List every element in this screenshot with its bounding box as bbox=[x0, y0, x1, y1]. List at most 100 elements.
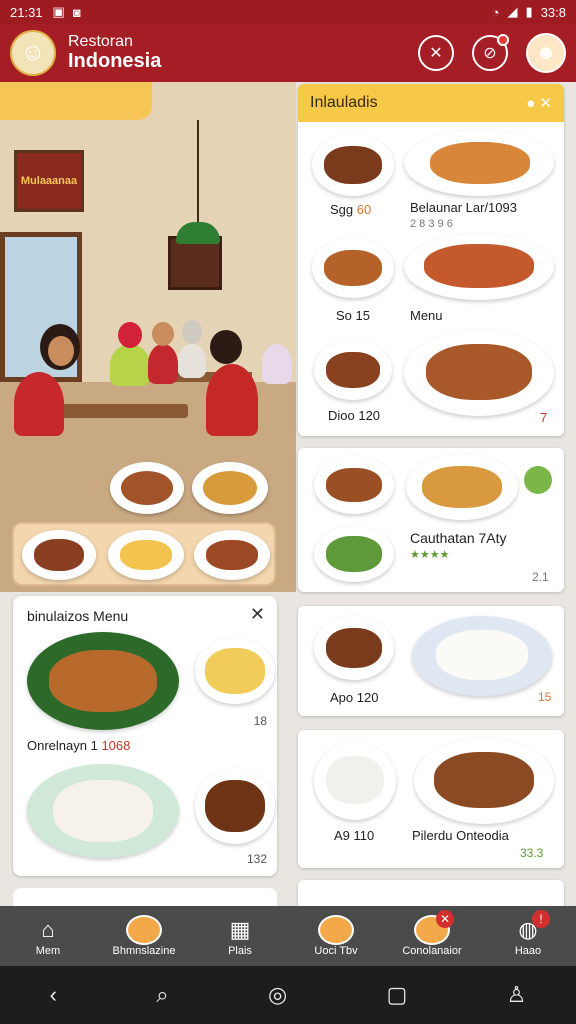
food-strip bbox=[12, 522, 276, 586]
dish-count-1: 18 bbox=[253, 714, 267, 728]
diner-man bbox=[206, 364, 258, 436]
recents-icon[interactable]: ▢ bbox=[386, 982, 407, 1008]
notification-icon: ◙ bbox=[72, 4, 81, 20]
home-circle-icon[interactable]: ◎ bbox=[268, 982, 287, 1008]
card3-title: Pilerdu Onteodia bbox=[412, 828, 509, 843]
dish-plate-noodles[interactable] bbox=[195, 638, 275, 704]
panel-bowl-2[interactable] bbox=[312, 238, 394, 298]
nav-orders[interactable]: ✕ Conolanaior bbox=[384, 906, 480, 966]
featured-menu-card[interactable]: binulaizos Menu ✕ 18 Onrelnayn 1 1068 13… bbox=[13, 596, 277, 876]
panel-plate-3[interactable] bbox=[404, 330, 554, 416]
nav-menu[interactable]: Bhmnslazine bbox=[96, 906, 192, 966]
restaurant-logo[interactable]: ☺ bbox=[10, 30, 56, 76]
close-panel-icon[interactable]: ● ✕ bbox=[526, 94, 552, 112]
diner-6 bbox=[262, 344, 292, 384]
diner-woman bbox=[14, 372, 64, 436]
card3-num: 33.3 bbox=[520, 846, 544, 860]
panel-row-1-price: Sgg bbox=[330, 202, 354, 217]
nav-chat-label: Haao bbox=[514, 945, 542, 957]
battery-icon: ▮ bbox=[525, 4, 533, 19]
dish-plate-rice[interactable] bbox=[27, 764, 179, 858]
diner-2-head bbox=[118, 322, 142, 348]
nav-plan[interactable]: ▦ Plais bbox=[192, 906, 288, 966]
panel-plate-2[interactable] bbox=[404, 234, 554, 300]
brand-line-1: Restoran bbox=[68, 33, 133, 51]
profile-icon[interactable]: ♙ bbox=[507, 982, 527, 1008]
restaurant-illustration: Mulaaanaa bbox=[0, 82, 296, 592]
card3-left: A9 110 bbox=[334, 828, 375, 843]
brand: Restoran Indonesia bbox=[68, 33, 162, 72]
utensils-crossed-icon: ✕ bbox=[429, 45, 443, 62]
panel-row-3-left: Dioo 120 bbox=[328, 408, 381, 423]
status-bar: 21:31 ▣ ◙ ◔ ◢ ▮ 33:8 bbox=[0, 0, 576, 24]
promo-button[interactable]: ⊘ bbox=[472, 34, 509, 71]
nav-chat[interactable]: ◍ ! Haao bbox=[480, 906, 576, 966]
card2-title: Apo 120 bbox=[330, 690, 379, 705]
diner-4 bbox=[178, 344, 206, 378]
card2-rice-plate[interactable] bbox=[412, 616, 552, 696]
nav-plan-label: Plais bbox=[228, 945, 252, 957]
dish-bowl-1 bbox=[110, 462, 184, 514]
search-icon[interactable]: ⌕ bbox=[156, 982, 168, 1008]
dish-plate-beef[interactable] bbox=[195, 768, 275, 844]
menu-panel-title: Inlauladis bbox=[310, 94, 378, 111]
card1-plate[interactable] bbox=[406, 454, 518, 520]
diner-man-head bbox=[210, 330, 242, 364]
dish-bowl-2 bbox=[192, 462, 268, 514]
menu-panel: Inlauladis ● ✕ Sgg 60 Belaunar Lar/1093 … bbox=[298, 84, 564, 436]
card1-rating: ★★★★ bbox=[410, 549, 450, 561]
panel-row-2-right: Menu bbox=[410, 308, 443, 323]
card3-plate[interactable] bbox=[414, 738, 554, 824]
strip-plate-1[interactable] bbox=[22, 530, 96, 580]
panel-bowl-3[interactable] bbox=[314, 340, 392, 400]
dish-card-1[interactable]: Cauthatan 7Aty ★★★★ 2.1 bbox=[298, 448, 564, 592]
dish-caption: Onrelnayn 1 1068 bbox=[27, 738, 130, 753]
scene-banner bbox=[0, 82, 152, 120]
nav-dishes-label: Uoci Tbv bbox=[314, 945, 358, 957]
panel-bowl-1[interactable] bbox=[312, 134, 394, 196]
nav-orders-badge: ✕ bbox=[436, 910, 454, 928]
menu-board bbox=[168, 236, 222, 290]
strip-plate-3[interactable] bbox=[194, 530, 270, 580]
sim-icon: ▣ bbox=[52, 4, 65, 19]
food-icon bbox=[318, 915, 354, 945]
panel-row-1-right: Belaunar Lar/1093 bbox=[410, 200, 517, 215]
brand-line-2: Indonesia bbox=[68, 49, 162, 72]
card3-bowl[interactable] bbox=[314, 742, 396, 820]
home-icon: ⌂ bbox=[41, 917, 55, 942]
card1-bowl-top[interactable] bbox=[314, 456, 394, 514]
signal-icon: ◢ bbox=[507, 4, 518, 19]
next-card-peek[interactable] bbox=[13, 888, 277, 908]
panel-plate-1[interactable] bbox=[404, 130, 554, 196]
dish-count-2: 132 bbox=[246, 852, 267, 866]
calendar-icon: ▦ bbox=[229, 917, 251, 942]
card2-bowl[interactable] bbox=[314, 616, 394, 680]
diner-3-head bbox=[152, 322, 174, 346]
bottom-nav: ⌂ Mem Bhmnslazine ▦ Plais Uoci Tbv ✕ Con… bbox=[0, 906, 576, 966]
panel-row-1-sub: 2 8 3 9 6 bbox=[410, 218, 453, 230]
dish-caption-text: Onrelnayn 1 bbox=[27, 738, 98, 753]
diner-2 bbox=[110, 344, 150, 386]
menu-panel-header: Inlauladis ● ✕ bbox=[298, 84, 564, 122]
dish-plate-chicken[interactable] bbox=[27, 632, 179, 730]
card1-num: 2.1 bbox=[532, 570, 549, 584]
user-avatar[interactable]: ☻ bbox=[526, 33, 566, 73]
dish-card-2[interactable]: Apo 120 15 bbox=[298, 606, 564, 716]
status-time: 21:31 bbox=[10, 4, 43, 20]
dish-card-3[interactable]: A9 110 Pilerdu Onteodia 33.3 bbox=[298, 730, 564, 868]
nav-chat-badge: ! bbox=[532, 910, 550, 928]
back-icon[interactable]: ‹ bbox=[50, 982, 57, 1008]
nav-home[interactable]: ⌂ Mem bbox=[0, 906, 96, 966]
card1-bowl-bottom[interactable] bbox=[314, 526, 394, 582]
nav-dishes[interactable]: Uoci Tbv bbox=[288, 906, 384, 966]
close-icon[interactable]: ✕ bbox=[250, 604, 265, 625]
panel-row-1-left: Sgg 60 bbox=[330, 202, 371, 217]
app-bar: ☺ Restoran Indonesia ✕ ⊘ ☻ bbox=[0, 24, 576, 82]
lamp-cord bbox=[197, 120, 199, 222]
featured-menu-title: binulaizos Menu bbox=[27, 608, 129, 624]
card1-title: Cauthatan 7Aty bbox=[410, 530, 507, 546]
nav-home-label: Mem bbox=[35, 945, 61, 957]
utensils-button[interactable]: ✕ bbox=[418, 35, 454, 71]
system-nav-bar: ‹ ⌕ ◎ ▢ ♙ bbox=[0, 966, 576, 1024]
strip-plate-2[interactable] bbox=[108, 530, 184, 580]
